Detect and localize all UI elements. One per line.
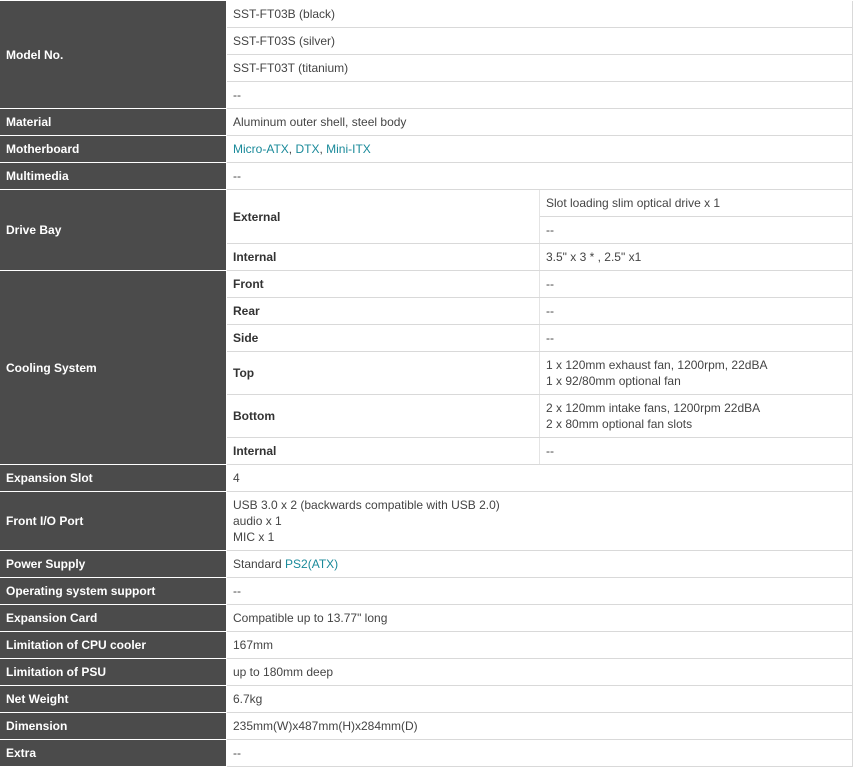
sublabel-cooling-rear: Rear	[226, 297, 540, 325]
drive-external-value-2: --	[539, 216, 853, 244]
model-value-2: SST-FT03S (silver)	[226, 27, 853, 55]
cooling-top-line-2: 1 x 92/80mm optional fan	[546, 374, 681, 388]
link-micro-atx[interactable]: Micro-ATX	[233, 142, 289, 156]
front-io-line-2: audio x 1	[233, 514, 282, 528]
row-model-1: Model No. SST-FT03B (black)	[0, 1, 853, 109]
cooling-top-line-1: 1 x 120mm exhaust fan, 1200rpm, 22dBA	[546, 358, 768, 372]
extra-value: --	[226, 739, 853, 767]
label-model: Model No.	[0, 1, 227, 109]
row-expansion-slot: Expansion Slot 4	[0, 464, 853, 492]
row-net-weight: Net Weight 6.7kg	[0, 685, 853, 713]
link-ps2-atx[interactable]: PS2(ATX)	[285, 557, 338, 571]
row-front-io: Front I/O Port USB 3.0 x 2 (backwards co…	[0, 491, 853, 551]
cooling-bottom-value: 2 x 120mm intake fans, 1200rpm 22dBA 2 x…	[539, 394, 853, 438]
cooling-rear-value: --	[539, 297, 853, 325]
front-io-line-1: USB 3.0 x 2 (backwards compatible with U…	[233, 498, 500, 512]
row-psu-limit: Limitation of PSU up to 180mm deep	[0, 658, 853, 686]
label-front-io: Front I/O Port	[0, 491, 227, 551]
multimedia-value: --	[226, 162, 853, 190]
row-extra: Extra --	[0, 739, 853, 767]
motherboard-value: Micro-ATX, DTX, Mini-ITX	[226, 135, 853, 163]
link-dtx[interactable]: DTX	[295, 142, 319, 156]
front-io-line-3: MIC x 1	[233, 530, 275, 544]
psu-limit-value: up to 180mm deep	[226, 658, 853, 686]
label-material: Material	[0, 108, 227, 136]
row-multimedia: Multimedia --	[0, 162, 853, 190]
label-multimedia: Multimedia	[0, 162, 227, 190]
sublabel-cooling-top: Top	[226, 351, 540, 395]
cooling-bottom-line-2: 2 x 80mm optional fan slots	[546, 417, 693, 431]
row-dimension: Dimension 235mm(W)x487mm(H)x284mm(D)	[0, 712, 853, 740]
row-power-supply: Power Supply Standard PS2(ATX)	[0, 550, 853, 578]
sublabel-drive-internal: Internal	[226, 243, 540, 271]
cooling-front-value: --	[539, 270, 853, 298]
expansion-card-value: Compatible up to 13.77" long	[226, 604, 853, 632]
model-value-4: --	[226, 81, 853, 109]
sublabel-cooling-front: Front	[226, 270, 540, 298]
row-cpu-cooler: Limitation of CPU cooler 167mm	[0, 631, 853, 659]
label-expansion-slot: Expansion Slot	[0, 464, 227, 492]
cpu-cooler-value: 167mm	[226, 631, 853, 659]
label-dimension: Dimension	[0, 712, 227, 740]
drive-external-value-1: Slot loading slim optical drive x 1	[539, 189, 853, 217]
front-io-value: USB 3.0 x 2 (backwards compatible with U…	[226, 491, 853, 551]
sublabel-cooling-side: Side	[226, 324, 540, 352]
cooling-bottom-line-1: 2 x 120mm intake fans, 1200rpm 22dBA	[546, 401, 761, 415]
row-os-support: Operating system support --	[0, 577, 853, 605]
spec-table: Model No. SST-FT03B (black) SST-FT03S (s…	[0, 1, 853, 767]
label-extra: Extra	[0, 739, 227, 767]
row-motherboard: Motherboard Micro-ATX, DTX, Mini-ITX	[0, 135, 853, 163]
model-value-1: SST-FT03B (black)	[226, 1, 853, 28]
label-motherboard: Motherboard	[0, 135, 227, 163]
link-mini-itx[interactable]: Mini-ITX	[326, 142, 371, 156]
sublabel-drive-external: External	[226, 189, 540, 244]
sublabel-cooling-internal: Internal	[226, 437, 540, 465]
label-power-supply: Power Supply	[0, 550, 227, 578]
drive-internal-value: 3.5" x 3 * , 2.5" x1	[539, 243, 853, 271]
power-supply-prefix: Standard	[233, 557, 286, 571]
label-expansion-card: Expansion Card	[0, 604, 227, 632]
sublabel-cooling-bottom: Bottom	[226, 394, 540, 438]
dimension-value: 235mm(W)x487mm(H)x284mm(D)	[226, 712, 853, 740]
net-weight-value: 6.7kg	[226, 685, 853, 713]
cooling-internal-value: --	[539, 437, 853, 465]
label-cpu-cooler: Limitation of CPU cooler	[0, 631, 227, 659]
material-value: Aluminum outer shell, steel body	[226, 108, 853, 136]
row-material: Material Aluminum outer shell, steel bod…	[0, 108, 853, 136]
row-cooling-front: Cooling System Front --	[0, 270, 853, 465]
row-drive-external-1: Drive Bay External Slot loading slim opt…	[0, 189, 853, 271]
expansion-slot-value: 4	[226, 464, 853, 492]
label-drive-bay: Drive Bay	[0, 189, 227, 271]
label-os-support: Operating system support	[0, 577, 227, 605]
model-value-3: SST-FT03T (titanium)	[226, 54, 853, 82]
row-expansion-card: Expansion Card Compatible up to 13.77" l…	[0, 604, 853, 632]
label-psu-limit: Limitation of PSU	[0, 658, 227, 686]
os-support-value: --	[226, 577, 853, 605]
cooling-top-value: 1 x 120mm exhaust fan, 1200rpm, 22dBA 1 …	[539, 351, 853, 395]
cooling-side-value: --	[539, 324, 853, 352]
power-supply-value: Standard PS2(ATX)	[226, 550, 853, 578]
label-net-weight: Net Weight	[0, 685, 227, 713]
label-cooling: Cooling System	[0, 270, 227, 465]
